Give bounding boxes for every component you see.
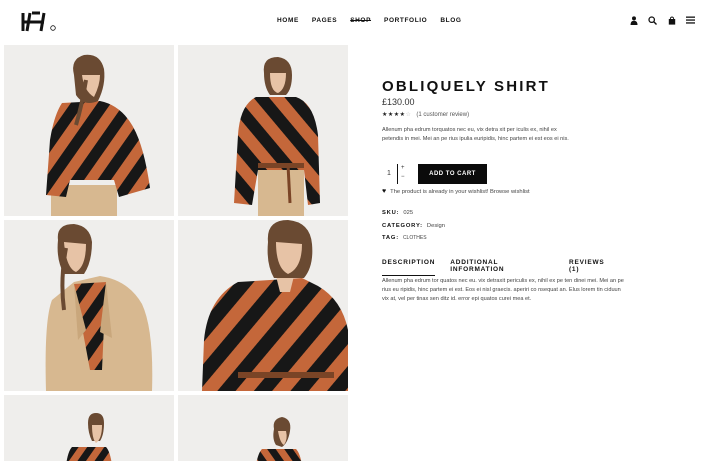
product-price: £130.00 [382, 97, 415, 107]
category-link[interactable]: Design [427, 223, 445, 229]
sku-label: SKU: [382, 210, 400, 216]
gallery-image-side[interactable] [178, 45, 348, 216]
add-to-cart-button[interactable]: ADD TO CART [418, 164, 487, 184]
nav-home[interactable]: HOME [277, 17, 299, 24]
tab-description[interactable]: DESCRIPTION [382, 259, 436, 276]
gallery-image-lower-right[interactable] [178, 395, 348, 461]
nav-pages[interactable]: PAGES [312, 17, 337, 24]
quantity-value[interactable]: 1 [387, 170, 391, 177]
header-icons [619, 15, 695, 25]
product-rating: ★★★★☆ (1 customer review) [382, 111, 469, 119]
product-title: OBLIQUELY SHIRT [382, 78, 551, 95]
tab-additional-information[interactable]: ADDITIONAL INFORMATION [450, 259, 554, 276]
product-short-description: Allenum pha edrum torquatos nec eu, vix … [382, 127, 569, 142]
site-logo[interactable] [20, 10, 60, 34]
tag-link[interactable]: CLOTHES [403, 235, 427, 241]
sku-value: 025 [403, 210, 414, 216]
gallery-image-coat[interactable] [4, 220, 174, 391]
user-icon[interactable] [629, 15, 638, 25]
heart-icon: ♥ [382, 188, 387, 195]
add-to-cart-form: 1 + − ADD TO CART [382, 164, 487, 184]
gallery-image-back[interactable] [4, 45, 174, 216]
site-header: HOME PAGES SHOP PORTFOLIO BLOG [0, 0, 714, 44]
quantity-plus-button[interactable]: + [401, 165, 405, 171]
nav-shop[interactable]: SHOP [350, 17, 371, 24]
menu-icon[interactable] [686, 15, 695, 25]
wishlist-notice: ♥ The product is already in your wishlis… [382, 188, 530, 195]
search-icon[interactable] [648, 15, 657, 25]
tag-label: TAG: [382, 235, 399, 241]
quantity-stepper[interactable]: 1 + − [382, 164, 410, 184]
tab-description-content: Allenum pha edrum tor quatos nec eu. vix… [382, 278, 624, 302]
nav-portfolio[interactable]: PORTFOLIO [384, 17, 427, 24]
product-summary: OBLIQUELY SHIRT £130.00 ★★★★☆ (1 custome… [382, 78, 632, 302]
tab-reviews[interactable]: REVIEWS (1) [569, 259, 617, 276]
category-row: CATEGORY: Design [382, 223, 445, 229]
quantity-divider [397, 164, 398, 184]
nav-blog[interactable]: BLOG [440, 17, 461, 24]
gallery-image-front[interactable] [178, 220, 348, 391]
category-label: CATEGORY: [382, 223, 423, 229]
review-count-link[interactable]: (1 customer review) [416, 112, 469, 118]
rating-stars: ★★★★☆ [382, 112, 412, 118]
wishlist-text[interactable]: The product is already in your wishlist!… [390, 189, 530, 195]
sku-row: SKU: 025 [382, 210, 413, 216]
product-tabs: DESCRIPTION ADDITIONAL INFORMATION REVIE… [382, 259, 632, 276]
main-nav: HOME PAGES SHOP PORTFOLIO BLOG [277, 17, 475, 24]
quantity-minus-button[interactable]: − [401, 174, 405, 180]
tag-row: TAG: CLOTHES [382, 235, 427, 241]
gallery-image-lower-left[interactable] [4, 395, 174, 461]
cart-icon[interactable] [667, 15, 676, 25]
